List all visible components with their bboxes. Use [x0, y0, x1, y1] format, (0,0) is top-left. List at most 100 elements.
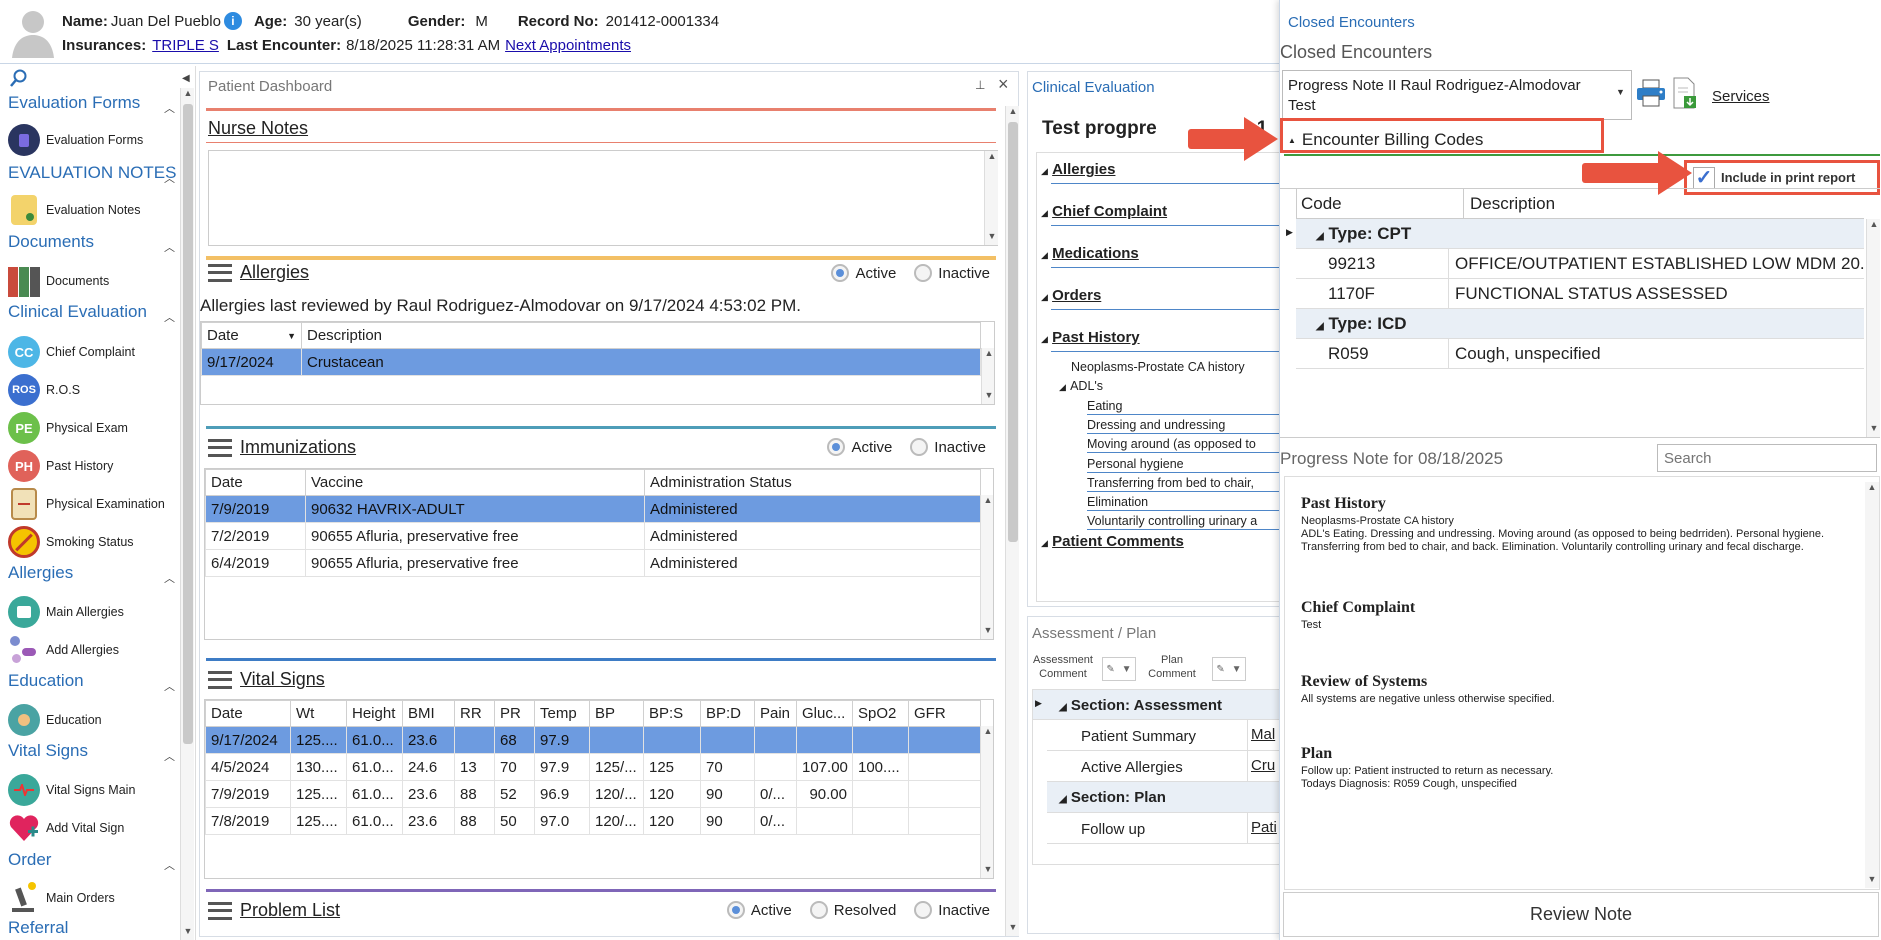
scroll-up-icon[interactable]: ▲	[981, 726, 993, 740]
collapse-icon[interactable]: ◢	[1041, 334, 1048, 344]
table-row[interactable]: 4/5/2024 130.... 61.0... 24.6 13 70 97.9 125/..…	[205, 753, 981, 781]
column-header[interactable]: BMI	[402, 700, 455, 727]
group-row-cpt[interactable]: ◢ Type: CPT	[1296, 219, 1864, 249]
table-row[interactable]: 7/9/2019 90632 HAVRIX-ADULT Administered	[205, 495, 981, 523]
search-icon[interactable]	[9, 68, 29, 88]
info-icon[interactable]: i	[223, 12, 242, 30]
column-header[interactable]: SpO2	[852, 700, 909, 727]
tree-item[interactable]: ◢ Allergies	[1041, 161, 1115, 178]
immunizations-active-radio[interactable]: Active	[827, 438, 892, 456]
section-referral[interactable]: Referral	[8, 918, 68, 938]
column-header[interactable]: BP:S	[643, 700, 701, 727]
dashboard-scrollbar[interactable]: ▲ ▼	[1005, 106, 1019, 936]
scroll-down-icon[interactable]: ▼	[1865, 874, 1879, 888]
sidebar-item-add-vital-sign[interactable]: Add Vital Sign	[8, 812, 124, 844]
section-education[interactable]: Education	[8, 671, 84, 691]
sidebar-item-vital-signs-main[interactable]: Vital Signs Main	[8, 774, 135, 806]
assessment-comment-dropdown[interactable]: ✎ ▼	[1102, 657, 1136, 681]
menu-icon[interactable]	[208, 901, 232, 920]
section-vital-signs[interactable]: Vital Signs	[8, 741, 88, 761]
column-header[interactable]: Date ▼	[201, 322, 302, 349]
immunizations-inactive-radio[interactable]: Inactive	[910, 438, 986, 456]
group-row-icd[interactable]: ◢ Type: ICD	[1296, 309, 1864, 339]
tree-item[interactable]: ◢ Chief Complaint	[1041, 203, 1167, 220]
services-link[interactable]: Services	[1712, 88, 1770, 105]
scroll-down-icon[interactable]: ▼	[981, 625, 993, 639]
collapse-icon[interactable]: ◢	[1316, 231, 1324, 242]
tree-item[interactable]: ◢ Patient Comments	[1041, 533, 1184, 550]
section-evaluation-forms[interactable]: Evaluation Forms	[8, 93, 140, 113]
tree-item[interactable]: Eating	[1087, 397, 1288, 415]
tree-item[interactable]: Personal hygiene	[1087, 455, 1288, 473]
allergies-active-radio[interactable]: Active	[831, 264, 896, 282]
collapse-sidebar-button[interactable]: ◀	[182, 73, 190, 84]
tree-item[interactable]: Elimination	[1087, 493, 1288, 511]
export-document-icon[interactable]	[1672, 76, 1698, 110]
column-header[interactable]: PR	[494, 700, 535, 727]
column-header[interactable]: Date	[205, 469, 306, 496]
table-row[interactable]: 7/2/2019 90655 Afluria, preservative fre…	[205, 522, 981, 550]
review-note-button[interactable]: Review Note	[1283, 892, 1879, 937]
immunizations-scrollbar[interactable]: ▲ ▼	[980, 495, 993, 639]
tree-item[interactable]: ◢ Medications	[1041, 245, 1139, 262]
collapse-icon[interactable]: ◢	[1041, 292, 1048, 302]
vital-signs-title[interactable]: Vital Signs	[240, 669, 325, 690]
search-input[interactable]	[1657, 444, 1877, 472]
expand-icon[interactable]: ▶	[1035, 698, 1042, 709]
tree-item[interactable]: Neoplasms-Prostate CA history	[1071, 358, 1245, 375]
table-row[interactable]: 1170F FUNCTIONAL STATUS ASSESSED	[1296, 279, 1864, 309]
immunizations-section-title[interactable]: Immunizations	[208, 437, 356, 458]
sidebar-item-smoking-status[interactable]: Smoking Status	[8, 526, 134, 558]
scroll-up-icon[interactable]: ▲	[1867, 219, 1881, 233]
plan-comment-dropdown[interactable]: ✎ ▼	[1212, 657, 1246, 681]
chevron-up-icon[interactable]: ︿	[164, 570, 175, 586]
allergies-scrollbar[interactable]: ▲ ▼	[981, 348, 994, 404]
section-documents[interactable]: Documents	[8, 232, 94, 252]
vital-signs-section-title[interactable]: Vital Signs	[208, 669, 325, 690]
sidebar-item-add-allergies[interactable]: Add Allergies	[8, 634, 119, 666]
codes-scrollbar[interactable]: ▲ ▼	[1866, 219, 1880, 437]
scroll-down-icon[interactable]: ▼	[981, 864, 993, 878]
allergies-inactive-radio[interactable]: Inactive	[914, 264, 990, 282]
scroll-up-icon[interactable]: ▲	[181, 88, 195, 102]
collapse-icon[interactable]: ◢	[1059, 382, 1066, 392]
chevron-up-icon[interactable]: ︿	[164, 170, 175, 186]
expand-icon[interactable]: ▶	[1286, 227, 1293, 238]
note-scrollbar[interactable]: ▲ ▼	[1865, 482, 1879, 888]
allergies-section-title[interactable]: Allergies	[208, 262, 309, 283]
section-order[interactable]: Order	[8, 850, 51, 870]
active-allergies-row[interactable]: Active Allergies Cru	[1047, 751, 1289, 782]
row-value[interactable]: Mal	[1247, 720, 1275, 750]
chevron-up-icon[interactable]: ︿	[164, 857, 175, 873]
tree-item[interactable]: Moving around (as opposed to	[1087, 435, 1288, 454]
allergies-title[interactable]: Allergies	[240, 262, 309, 283]
chevron-up-icon[interactable]: ︿	[164, 100, 175, 116]
collapse-icon[interactable]: ◢	[1059, 702, 1067, 713]
column-header[interactable]: Wt	[290, 700, 347, 727]
table-row[interactable]: 7/9/2019 125.... 61.0... 23.6 88 52 96.9 120/..…	[205, 780, 981, 808]
nurse-notes-textarea[interactable]: ▲ ▼	[208, 150, 998, 246]
column-header[interactable]: Height	[346, 700, 403, 727]
column-header[interactable]: BP:D	[700, 700, 755, 727]
collapse-icon[interactable]: ◢	[1059, 794, 1067, 805]
collapse-icon[interactable]: ◢	[1041, 208, 1048, 218]
collapse-icon[interactable]: ◢	[1041, 250, 1048, 260]
scroll-down-icon[interactable]: ▼	[181, 926, 195, 940]
tree-item[interactable]: Dressing and undressing	[1087, 416, 1288, 435]
sidebar-item-physical-exam[interactable]: PE Physical Exam	[8, 412, 128, 444]
column-header[interactable]: Code	[1296, 189, 1464, 219]
tree-item[interactable]: Transferring from bed to chair,	[1087, 474, 1288, 492]
column-header[interactable]: Date	[205, 700, 291, 727]
clinical-evaluation-title[interactable]: Clinical Evaluation	[1032, 79, 1155, 96]
column-header[interactable]: Vaccine	[305, 469, 645, 496]
nurse-notes-title[interactable]: Nurse Notes	[208, 118, 308, 139]
tree-item[interactable]: Voluntarily controlling urinary a	[1087, 512, 1288, 531]
table-row[interactable]: R059 Cough, unspecified	[1296, 339, 1864, 369]
column-header[interactable]: Temp	[534, 700, 590, 727]
collapse-icon[interactable]: ◢	[1316, 321, 1324, 332]
follow-up-row[interactable]: Follow up Pati	[1047, 813, 1289, 844]
column-header[interactable]: Gluc...	[796, 700, 853, 727]
table-row[interactable]: 6/4/2019 90655 Afluria, preservative fre…	[205, 549, 981, 577]
sidebar-item-chief-complaint[interactable]: CC Chief Complaint	[8, 336, 135, 368]
scroll-down-icon[interactable]: ▼	[1006, 922, 1020, 936]
